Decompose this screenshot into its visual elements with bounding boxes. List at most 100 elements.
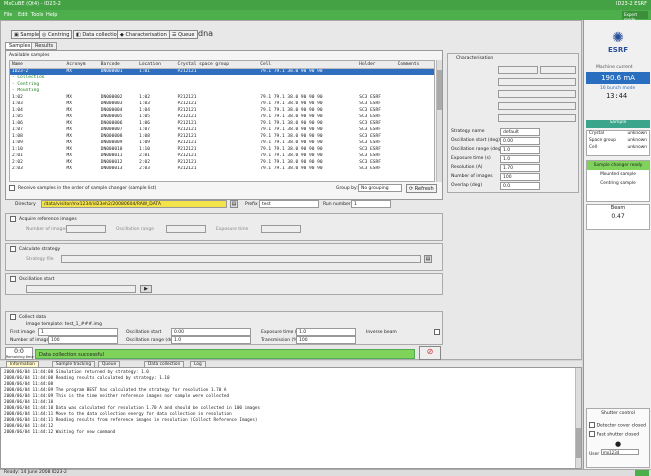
ref-num-images-input[interactable] xyxy=(66,225,106,233)
tab-samples[interactable]: Samples xyxy=(5,42,35,50)
user-label: User xyxy=(589,452,600,457)
osc-start-input[interactable]: 0.00 xyxy=(171,328,251,336)
fill-mode-label: 16 bunch mode xyxy=(600,86,636,91)
first-image-input[interactable]: 1 xyxy=(38,328,118,336)
strategy-field-value[interactable]: 1.70 xyxy=(500,164,540,172)
strategy-field-value[interactable]: default xyxy=(500,128,540,136)
char-input-6[interactable] xyxy=(498,114,576,122)
stop-icon[interactable]: ⊘ xyxy=(419,346,441,360)
ref-osc-range-input[interactable] xyxy=(166,225,206,233)
ref-exposure-input[interactable] xyxy=(261,225,301,233)
menu-edit[interactable]: Edit xyxy=(18,12,28,18)
char-input-5[interactable] xyxy=(498,102,576,110)
sample-table[interactable]: Name Acronym Barcode Location Crystal sp… xyxy=(9,60,435,182)
oscillation-input[interactable] xyxy=(26,285,136,293)
strategy-field-value[interactable]: 1.0 xyxy=(500,146,540,154)
expert-mode-button[interactable]: Expert mode xyxy=(622,11,648,22)
exposure-input[interactable]: 1.0 xyxy=(296,328,356,336)
collect-data-checkbox[interactable] xyxy=(10,314,16,320)
window-right-title: ID23-2 ESRF xyxy=(616,1,647,7)
strategy-field-label: Exposure time (s) xyxy=(451,156,491,161)
col-name[interactable]: Name xyxy=(10,61,65,69)
toolbar-centring-button[interactable]: ◎ Centring xyxy=(39,30,73,39)
strategy-field-label: Resolution (A) xyxy=(451,165,483,170)
strategy-field-label: Oscillation range (deg) xyxy=(451,147,503,152)
col-location[interactable]: Location xyxy=(137,61,176,69)
transmission-label: Transmission (%) xyxy=(261,338,300,343)
menu-tools[interactable]: Tools xyxy=(31,12,43,18)
char-input-3[interactable] xyxy=(498,78,576,86)
strategy-field-value[interactable]: 1.0 xyxy=(500,155,540,163)
sample-header: Sample xyxy=(586,120,650,128)
table-cell-location: 2:03 xyxy=(139,166,150,172)
table-cell-holder: SC3 ESRF xyxy=(359,166,381,172)
esrf-logo: ✺ ESRF xyxy=(594,30,642,56)
char-input-4[interactable] xyxy=(498,90,576,98)
transmission-input[interactable]: 100 xyxy=(296,336,356,344)
num-images-input[interactable]: 100 xyxy=(48,336,118,344)
toolbar-queue-button[interactable]: ☰ Queue xyxy=(169,30,198,39)
fast-shutter-checkbox[interactable] xyxy=(589,430,595,437)
osc-start-label: Oscillation start xyxy=(126,330,162,335)
exposure-label: Exposure time (s) xyxy=(261,330,301,335)
refresh-button[interactable]: ⟳ Refresh xyxy=(406,184,437,193)
detector-cover-checkbox[interactable] xyxy=(589,422,595,428)
oscillation-checkbox[interactable] xyxy=(10,276,16,282)
beam-label: Beam xyxy=(610,205,626,211)
log-panel[interactable]: 2008/06/04 11:44:08 Simulation returned … xyxy=(0,367,582,469)
beam-box: Beam 0.47 xyxy=(586,204,650,230)
col-barcode[interactable]: Barcode xyxy=(98,61,138,69)
col-cell[interactable]: Cell xyxy=(258,61,358,69)
play-icon[interactable]: ▶ xyxy=(140,285,152,293)
log-scrollbar[interactable] xyxy=(575,368,581,468)
char-input-2[interactable] xyxy=(540,66,576,74)
tab-results[interactable]: Results xyxy=(31,42,58,50)
user-input[interactable]: mx1234 xyxy=(600,449,639,455)
table-cell-name: 2:03 xyxy=(12,166,23,172)
menu-file[interactable]: File xyxy=(4,12,12,18)
char-input-1[interactable] xyxy=(498,66,538,74)
fast-shutter-row[interactable]: Fast shutter closed xyxy=(587,430,649,437)
osc-range-input[interactable]: 1.0 xyxy=(171,336,251,344)
main-panel: ▣ Sample ◎ Centring ◧ Data collection ◆ … xyxy=(0,20,582,360)
strategy-field-value[interactable]: 0.0 xyxy=(500,182,540,190)
run-number-input[interactable]: 1 xyxy=(351,200,391,208)
status-bar: Ready: 14 June 2008 ID23-2 xyxy=(0,469,651,476)
calculate-strategy-checkbox[interactable] xyxy=(10,246,16,252)
table-cell-comment xyxy=(396,166,434,173)
sample-order-checkbox[interactable] xyxy=(9,185,15,192)
sample-list-panel: Available samples Name Acronym Barcode L… xyxy=(5,50,443,200)
col-space-group[interactable]: Crystal space group xyxy=(175,61,259,69)
directory-input[interactable]: /data/visitor/mx1234/id23eh2/20080604/RA… xyxy=(41,200,227,208)
strategy-field-value[interactable]: 100 xyxy=(500,173,540,181)
col-comments[interactable]: Comments xyxy=(395,61,434,69)
folder-icon[interactable]: ▤ xyxy=(230,200,238,208)
strategy-file-input[interactable] xyxy=(61,255,421,263)
browse-folder-icon[interactable]: ▤ xyxy=(424,255,432,263)
reference-images-label: Acquire reference images xyxy=(19,217,77,222)
strategy-field-value[interactable]: 0.00 xyxy=(500,137,540,145)
toolbar-data-collection-button[interactable]: ◧ Data collection xyxy=(73,30,123,39)
toolbar-characterisation-button[interactable]: ◆ Characterisation xyxy=(117,30,170,39)
strategy-field-label: Oscillation start (deg) xyxy=(451,138,500,143)
scroll-thumb[interactable] xyxy=(437,70,442,110)
num-images-label: Number of images xyxy=(10,338,52,343)
menu-help[interactable]: Help xyxy=(46,12,57,18)
group-by-select[interactable]: No grouping xyxy=(358,184,402,192)
col-acronym[interactable]: Acronym xyxy=(64,61,99,69)
calculate-strategy-group: Calculate strategy Strategy file ▤ xyxy=(5,243,443,271)
reference-images-checkbox[interactable] xyxy=(10,216,16,222)
col-holder[interactable]: Holder xyxy=(357,61,396,69)
table-row[interactable]: 2:03 MX DN000013 2:03 P212121 79.1 79.1 38.0 … xyxy=(10,166,434,173)
shutter-control-title: Shutter control xyxy=(601,411,635,416)
table-cell-acronym: MX xyxy=(66,166,72,172)
beam-value: 0.47 xyxy=(611,213,625,220)
strategy-field-label: Strategy name xyxy=(451,129,485,134)
log-scroll-thumb[interactable] xyxy=(576,428,581,458)
prefix-input[interactable]: test xyxy=(259,200,319,208)
checkbox[interactable] xyxy=(9,185,15,191)
sample-table-scrollbar[interactable] xyxy=(436,60,442,182)
toolbar-sample-button[interactable]: ▣ Sample xyxy=(11,30,43,39)
detector-cover-row[interactable]: Detector cover closed xyxy=(587,422,649,429)
inverse-beam-checkbox[interactable] xyxy=(434,329,440,335)
